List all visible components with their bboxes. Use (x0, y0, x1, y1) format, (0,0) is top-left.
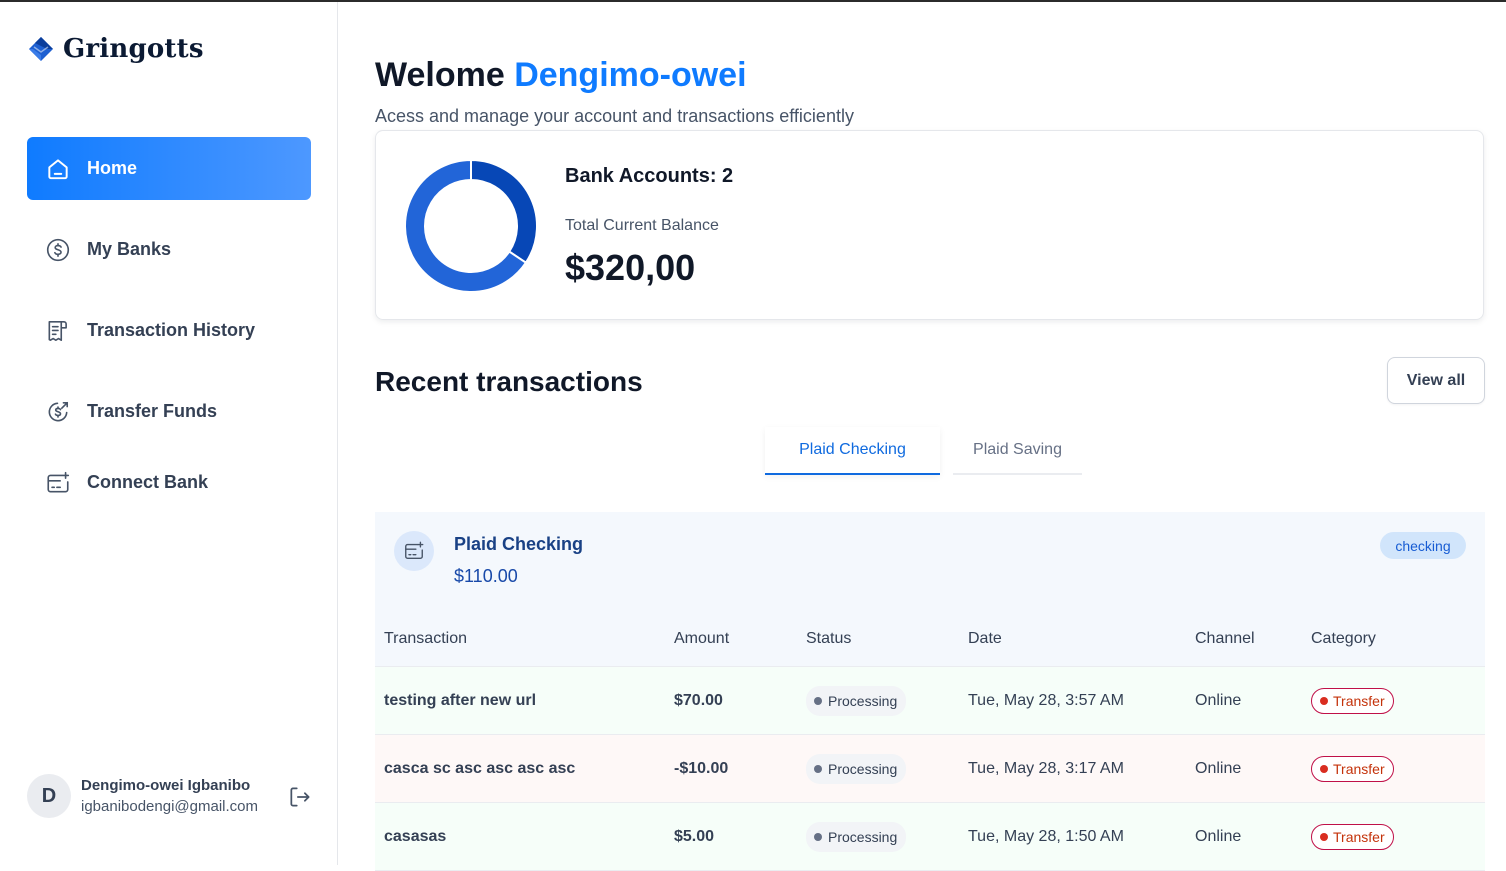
avatar[interactable]: D (27, 774, 71, 818)
user-email: igbanibodengi@gmail.com (81, 798, 258, 815)
card-add-icon (45, 470, 71, 496)
main-content: Welome Dengimo-owei Acess and manage you… (339, 2, 1506, 871)
transaction-channel: Online (1186, 802, 1302, 871)
sidebar: Gringotts Home My Banks Transaction Hist… (0, 2, 338, 865)
column-header-category[interactable]: Category (1302, 612, 1485, 667)
transaction-date: Tue, May 28, 1:50 AM (959, 802, 1186, 871)
category-badge: Transfer (1311, 687, 1394, 714)
column-header-date[interactable]: Date (959, 612, 1186, 667)
card-add-icon (405, 541, 424, 560)
transaction-category-cell: Transfer (1302, 666, 1485, 735)
category-dot-icon (1320, 696, 1328, 705)
status-dot-icon (814, 832, 822, 841)
transaction-amount: $70.00 (665, 666, 797, 735)
brand-name: Gringotts (63, 34, 204, 64)
column-header-transaction[interactable]: Transaction (375, 612, 665, 667)
transaction-date: Tue, May 28, 3:57 AM (959, 666, 1186, 735)
category-text: Transfer (1333, 692, 1385, 709)
category-dot-icon (1320, 764, 1328, 773)
table-row[interactable]: testing after new url $70.00 Processing … (375, 666, 1485, 735)
view-all-button[interactable]: View all (1387, 357, 1485, 404)
sidebar-item-label: Transfer Funds (87, 401, 218, 421)
gringotts-logo-icon (29, 37, 53, 61)
column-header-channel[interactable]: Channel (1186, 612, 1302, 667)
sidebar-item-label: My Banks (87, 239, 172, 259)
sidebar-item-label: Connect Bank (87, 472, 209, 492)
tab-plaid-saving[interactable]: Plaid Saving (953, 427, 1082, 475)
transaction-channel: Online (1186, 666, 1302, 735)
tab-plaid-checking[interactable]: Plaid Checking (765, 427, 940, 475)
receipt-icon (45, 318, 71, 344)
status-text: Processing (828, 760, 898, 777)
profile-info: Dengimo-owei Igbanibo igbanibodengi@gmai… (81, 777, 258, 815)
table-row[interactable]: casasas $5.00 Processing Tue, May 28, 1:… (375, 802, 1485, 871)
status-badge: Processing (806, 685, 907, 716)
status-badge: Processing (806, 753, 907, 784)
transaction-category-cell: Transfer (1302, 802, 1485, 871)
sidebar-item-transfer-funds[interactable]: Transfer Funds (27, 380, 311, 443)
logout-icon[interactable] (287, 784, 313, 810)
sidebar-item-connect-bank[interactable]: Connect Bank (27, 451, 311, 514)
home-icon (45, 156, 71, 182)
transaction-date: Tue, May 28, 3:17 AM (959, 734, 1186, 803)
user-profile: D Dengimo-owei Igbanibo igbanibodengi@gm… (27, 772, 317, 820)
status-text: Processing (828, 692, 898, 709)
brand-logo[interactable]: Gringotts (27, 34, 204, 64)
transaction-name: casca sc asc asc asc asc (375, 734, 665, 803)
recent-transactions-title: Recent transactions (375, 366, 643, 397)
transaction-amount: $5.00 (665, 802, 797, 871)
table-row[interactable]: casca sc asc asc asc asc -$10.00 Process… (375, 734, 1485, 803)
total-balance-label: Total Current Balance (565, 217, 719, 234)
account-name: Plaid Checking (454, 534, 584, 554)
sidebar-item-my-banks[interactable]: My Banks (27, 218, 311, 281)
dollar-circle-icon (45, 237, 71, 263)
category-text: Transfer (1333, 828, 1385, 845)
total-balance-value: $320,00 (565, 247, 696, 288)
bank-accounts-count: Bank Accounts: 2 (565, 165, 734, 187)
user-name: Dengimo-owei Igbanibo (81, 777, 251, 794)
sidebar-item-home[interactable]: Home (27, 137, 311, 200)
category-dot-icon (1320, 832, 1328, 841)
transaction-name: casasas (375, 802, 665, 871)
greeting-text: Welome (375, 56, 505, 94)
status-dot-icon (814, 696, 822, 705)
total-balance-card: Bank Accounts: 2 Total Current Balance $… (375, 130, 1484, 320)
greeting-user-name: Dengimo-owei (514, 56, 747, 94)
page-title: Welome Dengimo-owei (375, 56, 747, 95)
category-badge: Transfer (1311, 755, 1394, 782)
status-text: Processing (828, 828, 898, 845)
sidebar-item-label: Transaction History (87, 320, 256, 340)
category-badge: Transfer (1311, 823, 1394, 850)
page-subtitle: Acess and manage your account and transa… (375, 106, 854, 126)
account-balance: $110.00 (454, 566, 518, 586)
table-header-row: Transaction Amount Status Date Channel C… (375, 612, 1485, 667)
category-text: Transfer (1333, 760, 1385, 777)
transaction-name: testing after new url (375, 666, 665, 735)
transactions-table: Transaction Amount Status Date Channel C… (375, 612, 1485, 871)
account-icon (394, 531, 434, 571)
status-badge: Processing (806, 821, 907, 852)
balance-donut-chart (404, 159, 538, 293)
transaction-channel: Online (1186, 734, 1302, 803)
sidebar-item-transaction-history[interactable]: Transaction History (27, 299, 311, 362)
sidebar-item-label: Home (87, 158, 138, 178)
account-info-panel: Plaid Checking $110.00 checking (375, 512, 1485, 612)
transaction-status-cell: Processing (797, 802, 959, 871)
account-type-badge: checking (1380, 532, 1466, 559)
transaction-amount: -$10.00 (665, 734, 797, 803)
donut-slice (470, 159, 538, 265)
transaction-status-cell: Processing (797, 666, 959, 735)
transaction-category-cell: Transfer (1302, 734, 1485, 803)
money-send-icon (45, 399, 71, 425)
column-header-status[interactable]: Status (797, 612, 959, 667)
column-header-amount[interactable]: Amount (665, 612, 797, 667)
status-dot-icon (814, 764, 822, 773)
transaction-status-cell: Processing (797, 734, 959, 803)
